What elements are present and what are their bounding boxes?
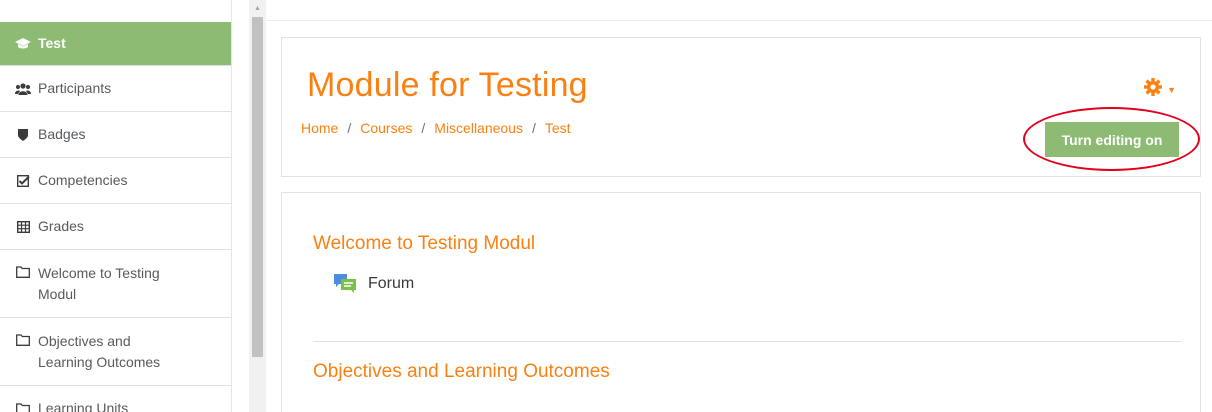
sidebar-item-test[interactable]: Test xyxy=(0,22,231,66)
scroll-up-arrow-icon[interactable]: ▲ xyxy=(249,0,266,16)
forum-icon xyxy=(333,273,357,295)
sidebar-item-badges[interactable]: Badges xyxy=(0,112,231,158)
breadcrumb-separator: / xyxy=(532,120,536,136)
section-title-welcome[interactable]: Welcome to Testing Modul xyxy=(313,233,535,255)
breadcrumb-separator: / xyxy=(347,120,352,136)
breadcrumb-miscellaneous[interactable]: Miscellaneous xyxy=(434,120,523,136)
sidebar-item-welcome-section[interactable]: Welcome to Testing Modul xyxy=(0,250,231,318)
sidebar-item-label: Welcome to Testing Modul xyxy=(38,265,160,302)
navbar-divider xyxy=(266,20,1212,21)
course-page: Test Participants Badges Competencies Gr xyxy=(0,0,1212,412)
section-title-objectives[interactable]: Objectives and Learning Outcomes xyxy=(313,361,610,383)
checkbox-icon xyxy=(14,174,32,187)
breadcrumb-separator: / xyxy=(421,120,426,136)
breadcrumb-courses[interactable]: Courses xyxy=(360,120,412,136)
sidebar-item-label: Objectives and Learning Outcomes xyxy=(38,333,161,370)
page-header: Module for Testing Home / Courses / Misc… xyxy=(281,37,1201,177)
sidebar-scrollbar[interactable]: ▲ xyxy=(249,0,266,412)
scrollbar-thumb[interactable] xyxy=(252,17,263,357)
sidebar-item-label: Badges xyxy=(38,126,86,142)
sidebar-item-participants[interactable]: Participants xyxy=(0,66,231,112)
folder-icon xyxy=(14,266,32,278)
sidebar-item-label: Learning Units xyxy=(38,400,129,412)
sidebar-item-label: Test xyxy=(38,35,66,51)
section-divider xyxy=(313,341,1181,342)
gear-icon xyxy=(1143,77,1163,103)
chevron-down-icon: ▼ xyxy=(1167,85,1176,95)
folder-icon xyxy=(14,402,32,412)
sidebar-item-objectives-section[interactable]: Objectives and Learning Outcomes xyxy=(0,318,231,386)
sidebar-item-label: Participants xyxy=(38,80,112,96)
page-title: Module for Testing xyxy=(307,66,588,104)
sidebar-item-label: Competencies xyxy=(38,172,128,188)
breadcrumb: Home / Courses / Miscellaneous / Test xyxy=(301,120,571,136)
shield-icon xyxy=(14,128,32,141)
course-content: Welcome to Testing Modul Forum Objective… xyxy=(281,192,1201,412)
sidebar-item-label: Grades xyxy=(38,218,84,234)
sidebar-item-grades[interactable]: Grades xyxy=(0,204,231,250)
turn-editing-on-button[interactable]: Turn editing on xyxy=(1045,122,1179,157)
activity-label: Forum xyxy=(368,275,415,292)
settings-menu-toggle[interactable]: ▼ xyxy=(1143,77,1176,103)
sidebar-item-learning-units[interactable]: Learning Units xyxy=(0,386,231,412)
graduation-cap-icon xyxy=(14,37,32,50)
sidebar-item-competencies[interactable]: Competencies xyxy=(0,158,231,204)
users-icon xyxy=(14,82,32,95)
activity-forum[interactable]: Forum xyxy=(333,273,414,295)
folder-icon xyxy=(14,334,32,346)
breadcrumb-test[interactable]: Test xyxy=(545,120,571,136)
breadcrumb-home[interactable]: Home xyxy=(301,120,338,136)
sidebar-spacer xyxy=(0,0,231,22)
table-icon xyxy=(14,220,32,233)
course-nav-drawer: Test Participants Badges Competencies Gr xyxy=(0,0,232,412)
